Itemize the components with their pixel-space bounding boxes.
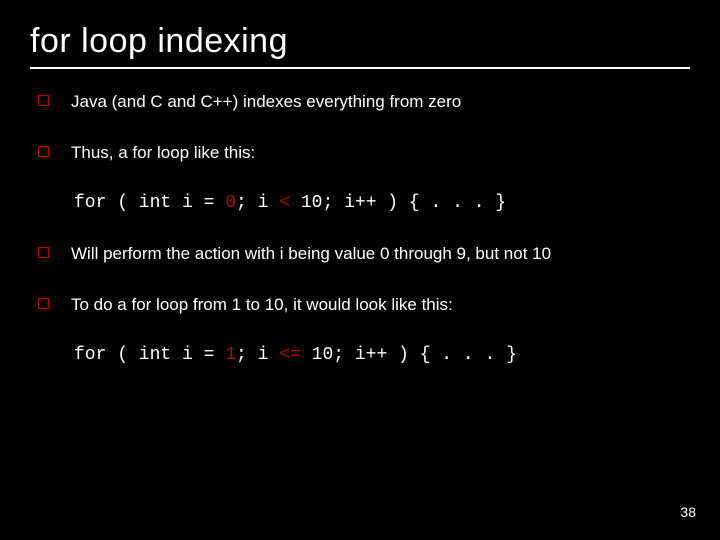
bullet-item: Thus, a for loop like this: — [38, 142, 690, 165]
code-line: for ( int i = 1; i <= 10; i++ ) { . . . … — [74, 345, 690, 365]
bullet-item: Java (and C and C++) indexes everything … — [38, 91, 690, 114]
slide-body: Java (and C and C++) indexes everything … — [30, 69, 690, 365]
square-bullet-icon — [38, 298, 49, 309]
square-bullet-icon — [38, 247, 49, 258]
page-number: 38 — [680, 504, 696, 520]
code-line: for ( int i = 0; i < 10; i++ ) { . . . } — [74, 193, 690, 213]
code-text: 10; i++ ) { . . . } — [301, 345, 517, 365]
slide-title: for loop indexing — [30, 22, 690, 61]
bullet-item: Will perform the action with i being val… — [38, 243, 690, 266]
code-text: 10; i++ ) { . . . } — [290, 193, 506, 213]
bullet-item: To do a for loop from 1 to 10, it would … — [38, 294, 690, 317]
slide: for loop indexing Java (and C and C++) i… — [0, 0, 720, 540]
code-highlight: < — [279, 193, 290, 213]
code-text: ; i — [236, 193, 279, 213]
code-highlight: 1 — [225, 345, 236, 365]
code-text: for ( int i = — [74, 193, 225, 213]
bullet-text: Thus, a for loop like this: — [71, 142, 690, 165]
bullet-text: Java (and C and C++) indexes everything … — [71, 91, 690, 114]
code-text: for ( int i = — [74, 345, 225, 365]
square-bullet-icon — [38, 95, 49, 106]
square-bullet-icon — [38, 146, 49, 157]
bullet-text: To do a for loop from 1 to 10, it would … — [71, 294, 690, 317]
code-text: ; i — [236, 345, 279, 365]
code-highlight: 0 — [225, 193, 236, 213]
bullet-text: Will perform the action with i being val… — [71, 243, 690, 266]
code-highlight: <= — [279, 345, 301, 365]
